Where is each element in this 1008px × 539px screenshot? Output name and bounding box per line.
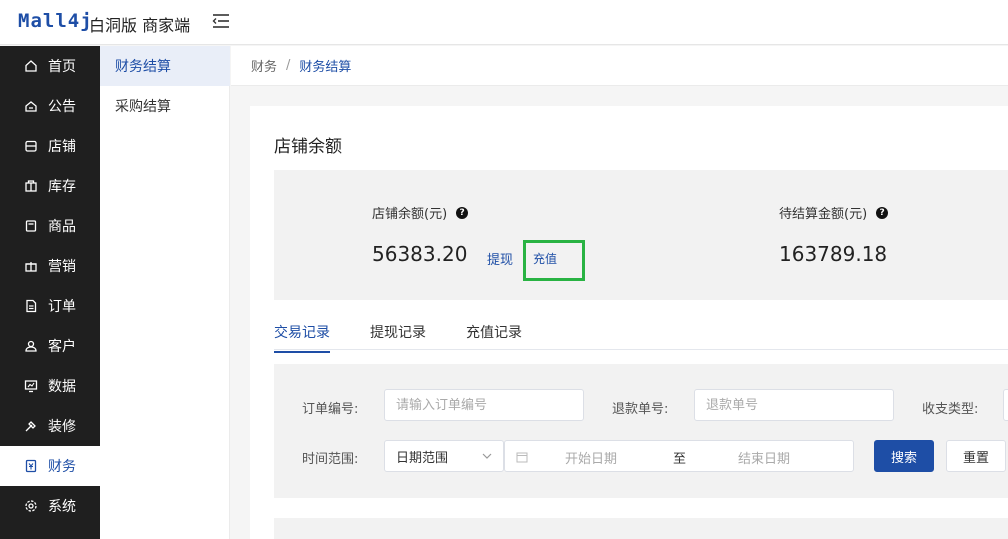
shop-icon	[24, 139, 38, 153]
logo: Mall4j	[18, 10, 93, 32]
calendar-icon	[516, 452, 528, 463]
date-range-picker[interactable]: 开始日期 至 结束日期	[504, 440, 854, 472]
end-date-placeholder[interactable]: 结束日期	[738, 448, 790, 467]
breadcrumb-current: 财务结算	[299, 60, 352, 75]
menu-fold-icon[interactable]	[212, 13, 230, 29]
app-title: 白洞版 商家端	[89, 16, 191, 35]
customer-icon	[24, 339, 38, 353]
reset-button[interactable]: 重置	[946, 440, 1006, 472]
sidebar-item-label: 首页	[48, 59, 76, 75]
balance-panel: 店铺余额(元) ? 56383.20 提现 充值 待结算金额(元) ? 1637…	[274, 170, 1008, 300]
income-type-select[interactable]	[1003, 389, 1008, 421]
sidebar-item-label: 店铺	[48, 139, 76, 155]
sidebar-item-label: 公告	[48, 99, 76, 115]
sidebar-item-label: 客户	[48, 339, 76, 355]
breadcrumb-root[interactable]: 财务	[251, 56, 277, 75]
tab-withdraw-records[interactable]: 提现记录	[370, 322, 426, 351]
sidebar: 首页 公告 店铺 库存 商品 营销 订单 客户 数据 装修 财务 系统	[0, 46, 100, 539]
page-title: 店铺余额	[274, 137, 342, 157]
sidebar-item-data[interactable]: 数据	[0, 366, 100, 406]
order-no-input[interactable]	[384, 389, 584, 421]
income-type-label: 收支类型:	[922, 402, 979, 417]
recharge-highlight-box	[523, 240, 585, 281]
time-range-label: 时间范围:	[302, 452, 359, 467]
sidebar-item-label: 库存	[48, 179, 76, 195]
order-no-label: 订单编号:	[302, 402, 359, 417]
product-icon	[24, 219, 38, 233]
sidebar-item-system[interactable]: 系统	[0, 486, 100, 526]
withdraw-link[interactable]: 提现	[487, 249, 513, 268]
sidebar-item-shop[interactable]: 店铺	[0, 126, 100, 166]
sidebar-item-label: 系统	[48, 499, 76, 515]
sidebar-item-finance[interactable]: 财务	[0, 446, 100, 486]
record-tabs: 交易记录 提现记录 充值记录	[274, 312, 1008, 353]
shop-balance-value: 56383.20	[372, 242, 468, 266]
sidebar-item-label: 商品	[48, 219, 76, 235]
sidebar-item-label: 数据	[48, 379, 76, 395]
sidebar-item-label: 营销	[48, 259, 76, 275]
help-icon[interactable]: ?	[876, 206, 889, 219]
tab-transaction-records[interactable]: 交易记录	[274, 322, 330, 353]
help-icon[interactable]: ?	[456, 206, 469, 219]
filter-panel: 订单编号: 退款单号: 收支类型: 时间范围: 日期范围 开始日期 至 结束日期…	[274, 364, 1008, 498]
sidebar-item-order[interactable]: 订单	[0, 286, 100, 326]
finance-icon	[24, 459, 38, 473]
subnav-item-finance-settlement[interactable]: 财务结算	[100, 46, 230, 86]
records-table-header	[274, 518, 1008, 539]
refund-no-label: 退款单号:	[612, 402, 669, 417]
data-icon	[24, 379, 38, 393]
sidebar-item-inventory[interactable]: 库存	[0, 166, 100, 206]
sidebar-item-decorate[interactable]: 装修	[0, 406, 100, 446]
start-date-placeholder[interactable]: 开始日期	[565, 448, 617, 467]
order-icon	[24, 299, 38, 313]
breadcrumb-separator: /	[286, 58, 291, 73]
top-bar: Mall4j 白洞版 商家端	[0, 0, 1008, 45]
sidebar-item-label: 订单	[48, 299, 76, 315]
home-icon	[24, 59, 38, 73]
sidebar-item-home[interactable]: 首页	[0, 46, 100, 86]
sidebar-item-label: 装修	[48, 419, 76, 435]
pending-settlement-value: 163789.18	[779, 242, 888, 266]
gift-icon	[24, 259, 38, 273]
breadcrumb: 财务 / 财务结算	[231, 46, 1008, 86]
chevron-down-icon	[482, 453, 492, 459]
sidebar-item-marketing[interactable]: 营销	[0, 246, 100, 286]
tab-recharge-records[interactable]: 充值记录	[466, 322, 522, 351]
refund-no-input[interactable]	[694, 389, 894, 421]
decorate-icon	[24, 419, 38, 433]
settings-icon	[24, 499, 38, 513]
search-button[interactable]: 搜索	[874, 440, 934, 472]
sidebar-item-customer[interactable]: 客户	[0, 326, 100, 366]
range-separator: 至	[673, 452, 687, 467]
sidebar-item-label: 财务	[48, 459, 76, 475]
sub-nav: 财务结算 采购结算	[100, 46, 230, 539]
main-card: 店铺余额 店铺余额(元) ? 56383.20 提现 充值 待结算金额(元) ?…	[250, 106, 1008, 539]
time-range-select[interactable]: 日期范围	[384, 440, 504, 472]
sidebar-item-product[interactable]: 商品	[0, 206, 100, 246]
inventory-icon	[24, 179, 38, 193]
sidebar-item-announcement[interactable]: 公告	[0, 86, 100, 126]
announcement-icon	[24, 99, 38, 113]
pending-settlement-label: 待结算金额(元) ?	[779, 203, 889, 222]
shop-balance-label: 店铺余额(元) ?	[372, 203, 469, 222]
subnav-item-purchase-settlement[interactable]: 采购结算	[100, 86, 230, 126]
